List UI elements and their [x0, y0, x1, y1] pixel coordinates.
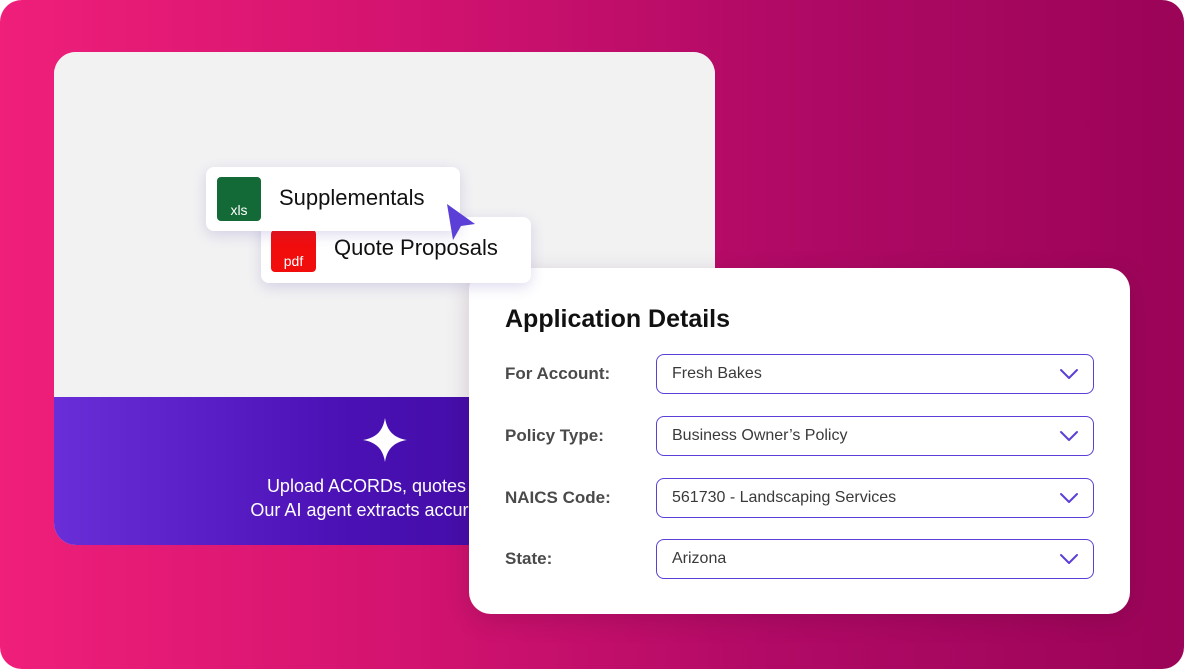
account-select[interactable]: Fresh Bakes — [656, 354, 1094, 394]
policy-type-value: Business Owner’s Policy — [672, 426, 848, 444]
field-row-state: State: Arizona — [469, 539, 1130, 579]
state-value: Arizona — [672, 549, 727, 567]
field-row-policy-type: Policy Type: Business Owner’s Policy — [469, 416, 1130, 456]
field-row-account: For Account: Fresh Bakes — [469, 354, 1130, 394]
state-label: State: — [505, 549, 553, 568]
pdf-file-icon: pdf — [271, 230, 316, 272]
account-label: For Account: — [505, 364, 611, 383]
file-type-label: pdf — [283, 253, 304, 269]
account-value: Fresh Bakes — [672, 364, 762, 382]
chevron-down-icon — [1060, 493, 1078, 503]
cursor-pointer-icon — [447, 204, 475, 240]
policy-type-select[interactable]: Business Owner’s Policy — [656, 416, 1094, 456]
file-chip-supplementals[interactable]: xls Supplementals — [206, 167, 460, 231]
chevron-down-icon — [1060, 554, 1078, 564]
naics-code-label: NAICS Code: — [505, 488, 611, 507]
card-title: Application Details — [505, 305, 731, 333]
naics-code-value: 561730 - Landscaping Services — [672, 488, 897, 506]
xls-file-icon: xls — [217, 177, 261, 221]
field-row-naics-code: NAICS Code: 561730 - Landscaping Service… — [469, 478, 1130, 518]
policy-type-label: Policy Type: — [505, 426, 604, 445]
application-details-card: Application Details For Account: Fresh B… — [469, 268, 1130, 614]
file-type-label: xls — [230, 202, 248, 218]
sparkle-icon — [363, 418, 407, 462]
file-name: Supplementals — [279, 185, 425, 210]
naics-code-select[interactable]: 561730 - Landscaping Services — [656, 478, 1094, 518]
state-select[interactable]: Arizona — [656, 539, 1094, 579]
hero-canvas: Upload ACORDs, quotes or p Our AI agent … — [0, 0, 1184, 669]
chevron-down-icon — [1060, 431, 1078, 441]
chevron-down-icon — [1060, 369, 1078, 379]
